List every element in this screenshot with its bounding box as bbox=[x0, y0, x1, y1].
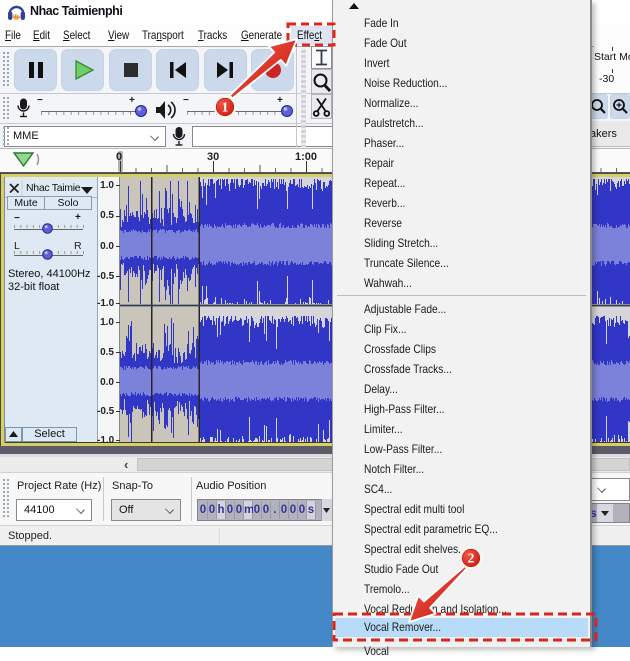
svg-text:2: 2 bbox=[468, 551, 475, 566]
svg-text:1: 1 bbox=[222, 100, 229, 115]
